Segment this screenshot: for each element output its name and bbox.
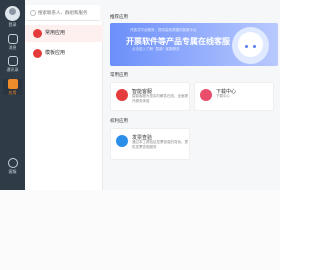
- download-icon: [200, 89, 212, 101]
- banner-subtitle: 开放式平台服务，提供高效便捷的客服平台: [130, 28, 197, 32]
- app-category-list: 常用应用 模板应用: [25, 21, 103, 190]
- rail-item-label: 通讯录: [6, 67, 19, 72]
- rail-item-service[interactable]: 客服: [3, 158, 22, 174]
- common-apps-icon: [33, 29, 42, 38]
- banner-title: 开票软件等产品专属在线客服: [126, 37, 230, 46]
- nav-item-common-apps[interactable]: 常用应用: [25, 25, 103, 42]
- apps-icon: [7, 79, 18, 89]
- banner-caption: 点击进入了解 "智能" 客服服务: [132, 47, 180, 51]
- app-card-smart-service[interactable]: 智能客服 智能客服为您实时解答在线，全面提升服务体验: [110, 82, 190, 111]
- support-robot-illustration: [232, 27, 269, 64]
- app-card-invoice-check[interactable]: 发票查验 通过本工具验证发票信息的真伪，提供发票查验服务: [110, 128, 190, 160]
- robot-eye: [253, 45, 256, 48]
- rail-item-label: 客服: [8, 169, 17, 174]
- main-panel: 推荐应用 开放式平台服务，提供高效便捷的客服平台 开票软件等产品专属在线客服 点…: [104, 0, 280, 190]
- contacts-icon: [7, 56, 18, 66]
- message-icon: [7, 34, 18, 44]
- recommend-section-title: 推荐应用: [110, 15, 128, 20]
- custom-section-title: 权利应用: [110, 119, 128, 124]
- app-card-download-center[interactable]: 下载中心 下载中心: [194, 82, 274, 111]
- robot-eye: [245, 45, 248, 48]
- rail-item-label: 消息: [8, 45, 17, 50]
- app-card-desc: 下载中心: [216, 94, 230, 98]
- service-icon: [7, 158, 18, 168]
- nav-item-label: 常用应用: [45, 30, 66, 36]
- app-card-desc: 智能客服为您实时解答在线，全面提升服务体验: [132, 94, 188, 103]
- nav-item-label: 模板应用: [45, 50, 66, 56]
- rail-item-apps[interactable]: 应用: [3, 79, 22, 95]
- app-card-desc: 通过本工具验证发票信息的真伪，提供发票查验服务: [132, 140, 188, 149]
- robot-icon: [116, 89, 128, 101]
- user-avatar[interactable]: [5, 6, 20, 21]
- shield-icon: [116, 135, 128, 147]
- app-window: 登录 消息 通讯录 应用 客服 常用应用 模板应用: [0, 0, 280, 190]
- search-icon: [30, 10, 36, 16]
- search-bar: [26, 5, 100, 21]
- robot-face: [238, 32, 263, 57]
- rail-item-messages[interactable]: 消息: [3, 34, 22, 50]
- search-input[interactable]: [38, 8, 96, 18]
- left-rail: 登录 消息 通讯录 应用 客服: [0, 0, 25, 190]
- promo-banner[interactable]: 开放式平台服务，提供高效便捷的客服平台 开票软件等产品专属在线客服 点击进入了解…: [110, 23, 278, 66]
- common-section-title: 常用应用: [110, 73, 128, 78]
- rail-item-contacts[interactable]: 通讯录: [3, 56, 22, 72]
- blurred-area: [0, 190, 280, 270]
- login-label[interactable]: 登录: [0, 22, 25, 27]
- nav-item-template-apps[interactable]: 模板应用: [25, 45, 103, 62]
- template-apps-icon: [33, 49, 42, 58]
- rail-item-label: 应用: [8, 90, 17, 95]
